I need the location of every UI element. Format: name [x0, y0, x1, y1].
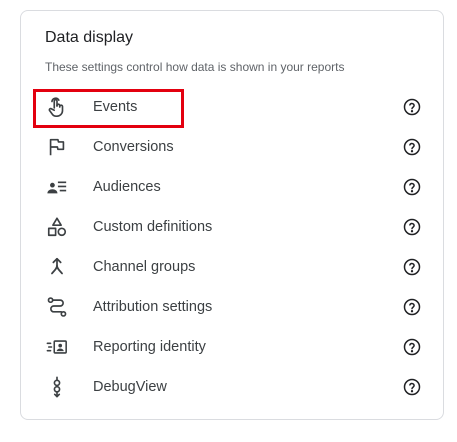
help-circle-icon[interactable]	[403, 178, 421, 196]
item-label: Reporting identity	[93, 339, 206, 355]
list-item-custom-definitions[interactable]: Custom definitions	[21, 207, 443, 247]
help-circle-icon[interactable]	[403, 138, 421, 156]
debug-nodes-icon	[46, 376, 68, 398]
list-item-reporting-identity[interactable]: Reporting identity	[21, 327, 443, 367]
help-circle-icon[interactable]	[403, 98, 421, 116]
touch-hand-icon	[46, 96, 68, 118]
list-item-events[interactable]: Events	[21, 87, 443, 127]
shapes-icon	[46, 216, 68, 238]
list-item-conversions[interactable]: Conversions	[21, 127, 443, 167]
person-list-icon	[46, 176, 68, 198]
item-label: Conversions	[93, 139, 174, 155]
item-label: Attribution settings	[93, 299, 213, 315]
flag-icon	[46, 136, 68, 158]
help-circle-icon[interactable]	[403, 298, 421, 316]
card-title: Data display	[45, 29, 134, 46]
route-path-icon	[46, 296, 68, 318]
item-label: DebugView	[93, 379, 167, 395]
item-label: Audiences	[93, 179, 161, 195]
help-circle-icon[interactable]	[403, 338, 421, 356]
merge-arrow-icon	[46, 256, 68, 278]
item-label: Events	[93, 99, 138, 115]
card-description: These settings control how data is shown…	[45, 60, 345, 74]
id-card-lines-icon	[46, 336, 68, 358]
help-circle-icon[interactable]	[403, 258, 421, 276]
list-item-debugview[interactable]: DebugView	[21, 367, 443, 407]
item-label: Custom definitions	[93, 219, 213, 235]
help-circle-icon[interactable]	[403, 218, 421, 236]
list-item-audiences[interactable]: Audiences	[21, 167, 443, 207]
item-label: Channel groups	[93, 259, 196, 275]
list-item-channel-groups[interactable]: Channel groups	[21, 247, 443, 287]
help-circle-icon[interactable]	[403, 378, 421, 396]
list-item-attribution-settings[interactable]: Attribution settings	[21, 287, 443, 327]
settings-list: Events Conversions Audiences Custom defi…	[21, 87, 443, 407]
data-display-card: Data display These settings control how …	[20, 10, 444, 420]
